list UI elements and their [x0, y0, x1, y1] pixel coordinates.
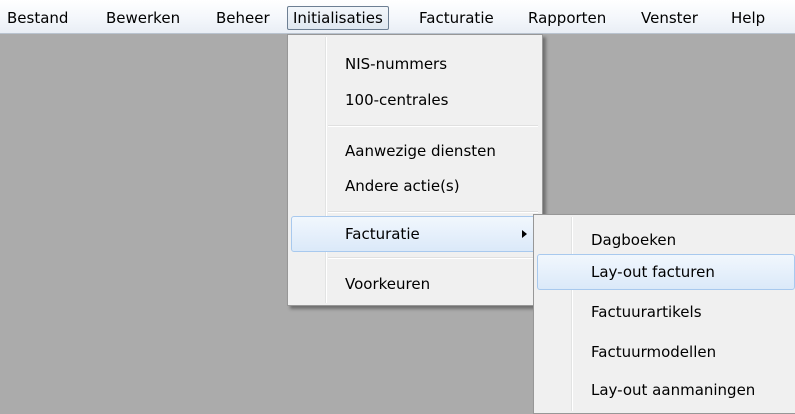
menu-bestand[interactable]: Bestand [7, 8, 68, 28]
menu-facturatie[interactable]: Facturatie [419, 8, 494, 28]
menu-venster[interactable]: Venster [641, 8, 698, 28]
menu-separator [328, 211, 538, 213]
submenu-item-dagboeken[interactable]: Dagboeken [591, 231, 676, 249]
menu-gutter [325, 37, 327, 303]
submenu-item-factuurmodellen[interactable]: Factuurmodellen [591, 343, 716, 361]
menu-item-100-centrales[interactable]: 100-centrales [345, 91, 448, 109]
submenu-item-layout-facturen[interactable]: Lay-out facturen [591, 263, 715, 281]
submenu-item-layout-aanmaningen[interactable]: Lay-out aanmaningen [591, 381, 755, 399]
menu-help[interactable]: Help [731, 8, 765, 28]
chevron-right-icon [522, 230, 527, 238]
menu-item-aanwezige-diensten[interactable]: Aanwezige diensten [345, 142, 496, 160]
menu-beheer[interactable]: Beheer [216, 8, 270, 28]
menu-item-voorkeuren[interactable]: Voorkeuren [345, 275, 430, 293]
menu-initialisaties[interactable]: Initialisaties [287, 6, 389, 30]
menu-bar: Bestand Bewerken Beheer Initialisaties F… [0, 0, 795, 34]
menu-item-facturatie[interactable]: Facturatie [345, 225, 420, 243]
menu-gutter [571, 217, 573, 411]
facturatie-submenu: Dagboeken Lay-out facturen Factuurartike… [533, 214, 795, 414]
menu-rapporten[interactable]: Rapporten [528, 8, 606, 28]
menu-item-andere-acties[interactable]: Andere actie(s) [345, 177, 460, 195]
submenu-item-factuurartikels[interactable]: Factuurartikels [591, 303, 702, 321]
menu-separator [328, 125, 538, 127]
menu-separator [328, 257, 538, 259]
menu-item-nis-nummers[interactable]: NIS-nummers [345, 55, 447, 73]
initialisaties-dropdown: NIS-nummers 100-centrales Aanwezige dien… [287, 34, 543, 306]
menu-bewerken[interactable]: Bewerken [106, 8, 180, 28]
